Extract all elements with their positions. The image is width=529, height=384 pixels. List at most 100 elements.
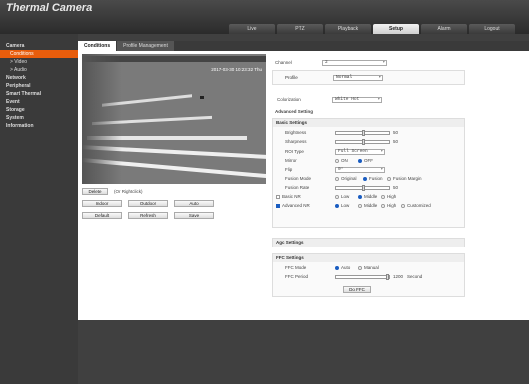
- adv-nr-low-radio[interactable]: Low: [335, 202, 349, 210]
- video-timestamp: 2017-03-30 10:23:32 Thu: [211, 67, 262, 72]
- adv-nr-middle-radio[interactable]: Middle: [358, 202, 377, 210]
- main-nav: Live PTZ Playback Setup Alarm Logout: [229, 24, 517, 34]
- fusion-margin-radio[interactable]: Fusion Margin: [387, 175, 422, 183]
- slider-handle[interactable]: [362, 130, 365, 136]
- radio-icon: [358, 158, 362, 163]
- indoor-button[interactable]: Indoor: [82, 200, 122, 207]
- default-button[interactable]: Default: [82, 212, 122, 219]
- basic-nr-label: Basic NR: [282, 194, 301, 199]
- flip-value: 0°: [338, 167, 344, 172]
- flip-select[interactable]: 0° ▾: [335, 167, 385, 173]
- ffc-auto-radio[interactable]: Auto: [335, 264, 350, 272]
- advanced-nr-checkbox[interactable]: Advanced NR: [276, 202, 310, 210]
- mirror-label: Mirror: [285, 158, 297, 163]
- adv-nr-low-label: Low: [341, 203, 350, 208]
- video-preview[interactable]: 2017-03-30 10:23:32 Thu: [82, 54, 266, 184]
- tab-playback[interactable]: Playback: [325, 24, 371, 34]
- sidebar: Camera Conditions > Video > Audio Networ…: [0, 34, 78, 384]
- roi-type-select[interactable]: Full Screen ▾: [335, 149, 385, 155]
- brightness-label: Brightness: [285, 130, 307, 135]
- agc-settings-box[interactable]: Agc Settings: [272, 238, 465, 247]
- mirror-off-radio[interactable]: OFF: [358, 157, 373, 165]
- sidebar-item-video[interactable]: > Video: [0, 58, 78, 66]
- fusion-original-radio[interactable]: Original: [335, 175, 357, 183]
- fusion-margin-label: Fusion Margin: [393, 176, 422, 181]
- ffc-auto-label: Auto: [341, 265, 351, 270]
- ffc-period-label: FFC Period: [285, 274, 309, 279]
- fusion-fusion-radio[interactable]: Fusion: [363, 175, 383, 183]
- refresh-button[interactable]: Refresh: [128, 212, 168, 219]
- basic-settings-box: Basic Settings Brightness 50 Sharpness 5…: [272, 118, 465, 228]
- do-ffc-button[interactable]: Do FFC: [343, 286, 371, 293]
- tab-alarm[interactable]: Alarm: [421, 24, 467, 34]
- radio-icon: [358, 203, 362, 208]
- radio-icon: [401, 203, 405, 208]
- colorization-select[interactable]: White Hot ▾: [332, 97, 382, 103]
- app-title: Thermal Camera: [6, 2, 93, 14]
- adv-nr-customized-label: Customized: [407, 203, 431, 208]
- chevron-down-icon: ▾: [380, 168, 383, 172]
- fusion-rate-value: 50: [393, 185, 399, 190]
- basic-nr-low-radio[interactable]: Low: [335, 193, 349, 201]
- tab-ptz[interactable]: PTZ: [277, 24, 323, 34]
- chevron-down-icon: ▾: [378, 76, 381, 80]
- mirror-on-radio[interactable]: ON: [335, 157, 348, 165]
- sidebar-item-information[interactable]: Information: [0, 122, 78, 130]
- channel-select[interactable]: 2 ▾: [322, 60, 387, 66]
- sidebar-item-peripheral[interactable]: Peripheral: [0, 82, 78, 90]
- top-bar: Thermal Camera Live PTZ Playback Setup A…: [0, 0, 529, 34]
- sidebar-item-network[interactable]: Network: [0, 74, 78, 82]
- tab-conditions[interactable]: Conditions: [78, 41, 117, 51]
- checkbox-icon: [276, 203, 280, 208]
- basic-nr-high-radio[interactable]: High: [381, 193, 396, 201]
- profile-value: Normal: [336, 75, 353, 80]
- radio-icon: [381, 203, 385, 208]
- channel-label: Channel: [275, 60, 292, 65]
- colorization-value: White Hot: [335, 97, 360, 102]
- sidebar-item-camera[interactable]: Camera: [0, 42, 78, 50]
- basic-nr-middle-radio[interactable]: Middle: [358, 193, 377, 201]
- tab-live[interactable]: Live: [229, 24, 275, 34]
- basic-nr-checkbox[interactable]: Basic NR: [276, 193, 301, 201]
- adv-nr-customized-radio[interactable]: Customized: [401, 202, 431, 210]
- tab-profile-management[interactable]: Profile Management: [117, 41, 174, 51]
- sidebar-item-event[interactable]: Event: [0, 98, 78, 106]
- brightness-value: 50: [393, 130, 399, 135]
- sharpness-label: Sharpness: [285, 139, 307, 144]
- ffc-period-slider[interactable]: [335, 274, 390, 280]
- ffc-manual-radio[interactable]: Manual: [358, 264, 379, 272]
- radio-icon: [335, 176, 339, 181]
- fusion-mode-label: Fusion Mode: [285, 176, 312, 181]
- tab-setup[interactable]: Setup: [373, 24, 419, 34]
- save-button[interactable]: Save: [174, 212, 214, 219]
- tab-logout[interactable]: Logout: [469, 24, 515, 34]
- fusion-original-label: Original: [341, 176, 357, 181]
- basic-nr-low-label: Low: [341, 194, 350, 199]
- slider-handle[interactable]: [386, 274, 389, 280]
- sidebar-item-audio[interactable]: > Audio: [0, 66, 78, 74]
- video-object: [200, 96, 204, 99]
- sidebar-item-conditions[interactable]: Conditions: [0, 50, 78, 58]
- delete-button[interactable]: Delete: [82, 188, 108, 195]
- sharpness-value: 50: [393, 139, 399, 144]
- delete-hint: (Or Rightclick): [114, 189, 143, 194]
- basic-nr-middle-label: Middle: [364, 194, 378, 199]
- ffc-settings-box: FFC Settings FFC Mode Auto Manual FFC Pe…: [272, 253, 465, 297]
- sidebar-item-storage[interactable]: Storage: [0, 106, 78, 114]
- advanced-nr-label: Advanced NR: [282, 203, 310, 208]
- outdoor-button[interactable]: Outdoor: [128, 200, 168, 207]
- sidebar-item-smart-thermal[interactable]: Smart Thermal: [0, 90, 78, 98]
- adv-nr-high-radio[interactable]: High: [381, 202, 396, 210]
- sharpness-slider[interactable]: [335, 139, 390, 145]
- radio-icon: [335, 194, 339, 199]
- fusion-rate-slider[interactable]: [335, 185, 390, 191]
- auto-button[interactable]: Auto: [174, 200, 214, 207]
- radio-icon: [335, 203, 339, 208]
- chevron-down-icon: ▾: [377, 98, 380, 102]
- brightness-slider[interactable]: [335, 130, 390, 136]
- sidebar-item-system[interactable]: System: [0, 114, 78, 122]
- slider-handle[interactable]: [362, 139, 365, 145]
- radio-icon: [363, 176, 367, 181]
- profile-select[interactable]: Normal ▾: [333, 75, 383, 81]
- slider-handle[interactable]: [362, 185, 365, 191]
